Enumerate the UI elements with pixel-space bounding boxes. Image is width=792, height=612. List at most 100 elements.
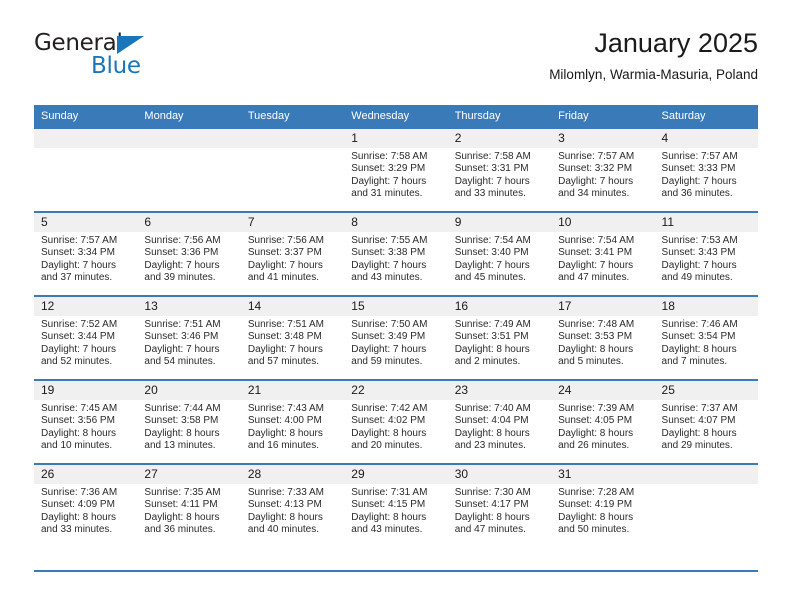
detail-sunrise: Sunrise: 7:48 AM — [558, 319, 635, 330]
detail-sunset: Sunset: 3:40 PM — [454, 247, 529, 259]
day-cell-inner: 31 Sunrise: 7:28 AM Sunset: 4:19 PM Dayligh… — [551, 465, 655, 547]
day-number: 21 — [240, 381, 345, 400]
day-cell-inner — [34, 129, 138, 211]
calendar-day-cell[interactable]: 24 Sunrise: 7:39 AM Sunset: 4:05 PM Dayligh… — [551, 379, 655, 464]
day-details: Sunrise: 7:53 AM Sunset: 3:43 PM Daylight:… — [655, 232, 758, 285]
calendar-day-cell[interactable]: 30 Sunrise: 7:30 AM Sunset: 4:17 PM Dayligh… — [447, 463, 552, 547]
calendar-day-cell[interactable]: 1 Sunrise: 7:58 AM Sunset: 3:29 PM Daylight… — [344, 127, 448, 212]
detail-daylight-line2: and 34 minutes. — [558, 188, 630, 200]
detail-sunrise: Sunrise: 7:35 AM — [144, 487, 221, 498]
day-cell-inner: 5 Sunrise: 7:57 AM Sunset: 3:34 PM Daylight… — [34, 213, 138, 295]
detail-sunrise: Sunrise: 7:57 AM — [558, 151, 635, 162]
day-details: Sunrise: 7:42 AM Sunset: 4:02 PM Daylight:… — [344, 400, 447, 453]
detail-sunset: Sunset: 3:37 PM — [247, 247, 322, 259]
day-details: Sunrise: 7:50 AM Sunset: 3:49 PM Daylight:… — [344, 316, 447, 369]
calendar-day-cell[interactable]: 16 Sunrise: 7:49 AM Sunset: 3:51 PM Dayligh… — [447, 295, 552, 380]
weekday-header-sunday: Sunday — [34, 105, 138, 128]
calendar-day-cell[interactable]: 5 Sunrise: 7:57 AM Sunset: 3:34 PM Daylight… — [34, 211, 138, 296]
day-number: 27 — [137, 465, 241, 484]
day-number — [34, 129, 138, 148]
detail-daylight-line2: and 52 minutes. — [41, 356, 113, 368]
calendar-day-cell[interactable]: 25 Sunrise: 7:37 AM Sunset: 4:07 PM Dayligh… — [654, 379, 758, 464]
calendar-day-cell[interactable]: 11 Sunrise: 7:53 AM Sunset: 3:43 PM Dayligh… — [654, 211, 758, 296]
calendar-day-cell[interactable]: 3 Sunrise: 7:57 AM Sunset: 3:32 PM Daylight… — [551, 127, 655, 212]
calendar-week-row: 1 Sunrise: 7:58 AM Sunset: 3:29 PM Daylight… — [34, 127, 758, 212]
calendar-day-cell[interactable]: 15 Sunrise: 7:50 AM Sunset: 3:49 PM Dayligh… — [344, 295, 448, 380]
detail-daylight-line2: and 29 minutes. — [661, 440, 733, 452]
day-details: Sunrise: 7:49 AM Sunset: 3:51 PM Daylight:… — [448, 316, 551, 369]
detail-sunset: Sunset: 3:32 PM — [558, 163, 633, 175]
calendar-day-cell[interactable]: 2 Sunrise: 7:58 AM Sunset: 3:31 PM Daylight… — [447, 127, 552, 212]
calendar-day-cell[interactable]: 6 Sunrise: 7:56 AM Sunset: 3:36 PM Daylight… — [137, 211, 241, 296]
day-details: Sunrise: 7:48 AM Sunset: 3:53 PM Daylight:… — [551, 316, 654, 369]
detail-daylight-line2: and 40 minutes. — [247, 524, 320, 536]
calendar-day-cell[interactable]: 13 Sunrise: 7:51 AM Sunset: 3:46 PM Dayligh… — [137, 295, 241, 380]
detail-daylight-line1: Daylight: 7 hours — [247, 259, 323, 271]
detail-sunset: Sunset: 4:15 PM — [351, 499, 426, 511]
calendar-day-cell[interactable]: 28 Sunrise: 7:33 AM Sunset: 4:13 PM Dayligh… — [240, 463, 345, 547]
calendar-day-cell[interactable]: 20 Sunrise: 7:44 AM Sunset: 3:58 PM Dayligh… — [137, 379, 241, 464]
day-number — [654, 465, 758, 484]
calendar-day-cell[interactable]: 18 Sunrise: 7:46 AM Sunset: 3:54 PM Dayligh… — [654, 295, 758, 380]
day-cell-inner: 22 Sunrise: 7:42 AM Sunset: 4:02 PM Dayligh… — [344, 381, 448, 463]
detail-daylight-line1: Daylight: 8 hours — [247, 511, 323, 523]
weekday-header-monday: Monday — [137, 105, 241, 128]
day-number: 19 — [34, 381, 138, 400]
detail-sunset: Sunset: 3:43 PM — [661, 247, 736, 259]
day-cell-inner: 27 Sunrise: 7:35 AM Sunset: 4:11 PM Dayligh… — [137, 465, 241, 547]
general-blue-logo[interactable]: General Blue — [34, 32, 234, 88]
calendar-day-cell[interactable]: 12 Sunrise: 7:52 AM Sunset: 3:44 PM Dayligh… — [34, 295, 138, 380]
detail-daylight-line2: and 23 minutes. — [454, 440, 526, 452]
day-details: Sunrise: 7:51 AM Sunset: 3:46 PM Daylight:… — [137, 316, 240, 369]
calendar-day-cell[interactable]: 26 Sunrise: 7:36 AM Sunset: 4:09 PM Dayligh… — [34, 463, 138, 547]
detail-sunrise: Sunrise: 7:55 AM — [351, 235, 428, 246]
calendar-day-cell[interactable]: 17 Sunrise: 7:48 AM Sunset: 3:53 PM Dayligh… — [551, 295, 655, 380]
detail-daylight-line1: Daylight: 8 hours — [558, 343, 634, 355]
calendar-day-cell[interactable]: 31 Sunrise: 7:28 AM Sunset: 4:19 PM Dayligh… — [551, 463, 655, 547]
day-cell-inner: 3 Sunrise: 7:57 AM Sunset: 3:32 PM Daylight… — [551, 129, 655, 211]
detail-sunset: Sunset: 3:54 PM — [661, 331, 736, 343]
day-cell-inner: 25 Sunrise: 7:37 AM Sunset: 4:07 PM Dayligh… — [654, 381, 758, 463]
calendar-day-cell[interactable]: 23 Sunrise: 7:40 AM Sunset: 4:04 PM Dayligh… — [447, 379, 552, 464]
calendar-day-cell[interactable]: 14 Sunrise: 7:51 AM Sunset: 3:48 PM Dayligh… — [240, 295, 345, 380]
detail-sunset: Sunset: 4:19 PM — [558, 499, 633, 511]
day-number: 5 — [34, 213, 138, 232]
calendar-grid: Sunday Monday Tuesday Wednesday Thursday… — [34, 105, 758, 547]
detail-sunset: Sunset: 3:29 PM — [351, 163, 426, 175]
detail-sunrise: Sunrise: 7:51 AM — [144, 319, 221, 330]
calendar-day-cell[interactable]: 4 Sunrise: 7:57 AM Sunset: 3:33 PM Daylight… — [654, 127, 758, 212]
day-cell-inner: 18 Sunrise: 7:46 AM Sunset: 3:54 PM Dayligh… — [654, 297, 758, 379]
day-details: Sunrise: 7:54 AM Sunset: 3:41 PM Daylight:… — [551, 232, 654, 285]
day-details: Sunrise: 7:58 AM Sunset: 3:31 PM Daylight:… — [448, 148, 551, 201]
day-details: Sunrise: 7:58 AM Sunset: 3:29 PM Daylight:… — [344, 148, 447, 201]
day-cell-inner: 30 Sunrise: 7:30 AM Sunset: 4:17 PM Dayligh… — [447, 465, 552, 547]
detail-sunrise: Sunrise: 7:39 AM — [558, 403, 635, 414]
detail-sunrise: Sunrise: 7:28 AM — [558, 487, 635, 498]
day-details: Sunrise: 7:43 AM Sunset: 4:00 PM Daylight:… — [241, 400, 344, 453]
calendar-day-cell[interactable]: 22 Sunrise: 7:42 AM Sunset: 4:02 PM Dayligh… — [344, 379, 448, 464]
day-cell-inner: 11 Sunrise: 7:53 AM Sunset: 3:43 PM Dayligh… — [654, 213, 758, 295]
detail-daylight-line1: Daylight: 7 hours — [661, 175, 737, 187]
calendar-day-cell[interactable]: 27 Sunrise: 7:35 AM Sunset: 4:11 PM Dayligh… — [137, 463, 241, 547]
day-cell-inner: 29 Sunrise: 7:31 AM Sunset: 4:15 PM Dayligh… — [344, 465, 448, 547]
calendar-day-cell[interactable]: 19 Sunrise: 7:45 AM Sunset: 3:56 PM Dayligh… — [34, 379, 138, 464]
calendar-day-cell[interactable]: 29 Sunrise: 7:31 AM Sunset: 4:15 PM Dayligh… — [344, 463, 448, 547]
day-number: 6 — [137, 213, 241, 232]
calendar-day-cell[interactable]: 21 Sunrise: 7:43 AM Sunset: 4:00 PM Dayligh… — [240, 379, 345, 464]
day-cell-inner: 21 Sunrise: 7:43 AM Sunset: 4:00 PM Dayligh… — [240, 381, 345, 463]
calendar-week-row: 12 Sunrise: 7:52 AM Sunset: 3:44 PM Dayligh… — [34, 295, 758, 380]
day-cell-inner: 12 Sunrise: 7:52 AM Sunset: 3:44 PM Dayligh… — [34, 297, 138, 379]
calendar-day-cell[interactable]: 8 Sunrise: 7:55 AM Sunset: 3:38 PM Daylight… — [344, 211, 448, 296]
day-cell-inner: 20 Sunrise: 7:44 AM Sunset: 3:58 PM Dayligh… — [137, 381, 241, 463]
detail-sunset: Sunset: 3:51 PM — [454, 331, 529, 343]
calendar-day-cell[interactable]: 7 Sunrise: 7:56 AM Sunset: 3:37 PM Daylight… — [240, 211, 345, 296]
detail-daylight-line2: and 33 minutes. — [454, 188, 526, 200]
logo-text-blue: Blue — [91, 53, 141, 79]
calendar-day-cell[interactable]: 9 Sunrise: 7:54 AM Sunset: 3:40 PM Daylight… — [447, 211, 552, 296]
detail-sunset: Sunset: 3:49 PM — [351, 331, 426, 343]
day-details: Sunrise: 7:45 AM Sunset: 3:56 PM Daylight:… — [34, 400, 137, 453]
calendar-day-cell[interactable]: 10 Sunrise: 7:54 AM Sunset: 3:41 PM Dayligh… — [551, 211, 655, 296]
day-cell-inner: 6 Sunrise: 7:56 AM Sunset: 3:36 PM Daylight… — [137, 213, 241, 295]
detail-sunrise: Sunrise: 7:53 AM — [661, 235, 738, 246]
day-details: Sunrise: 7:31 AM Sunset: 4:15 PM Daylight:… — [344, 484, 447, 537]
